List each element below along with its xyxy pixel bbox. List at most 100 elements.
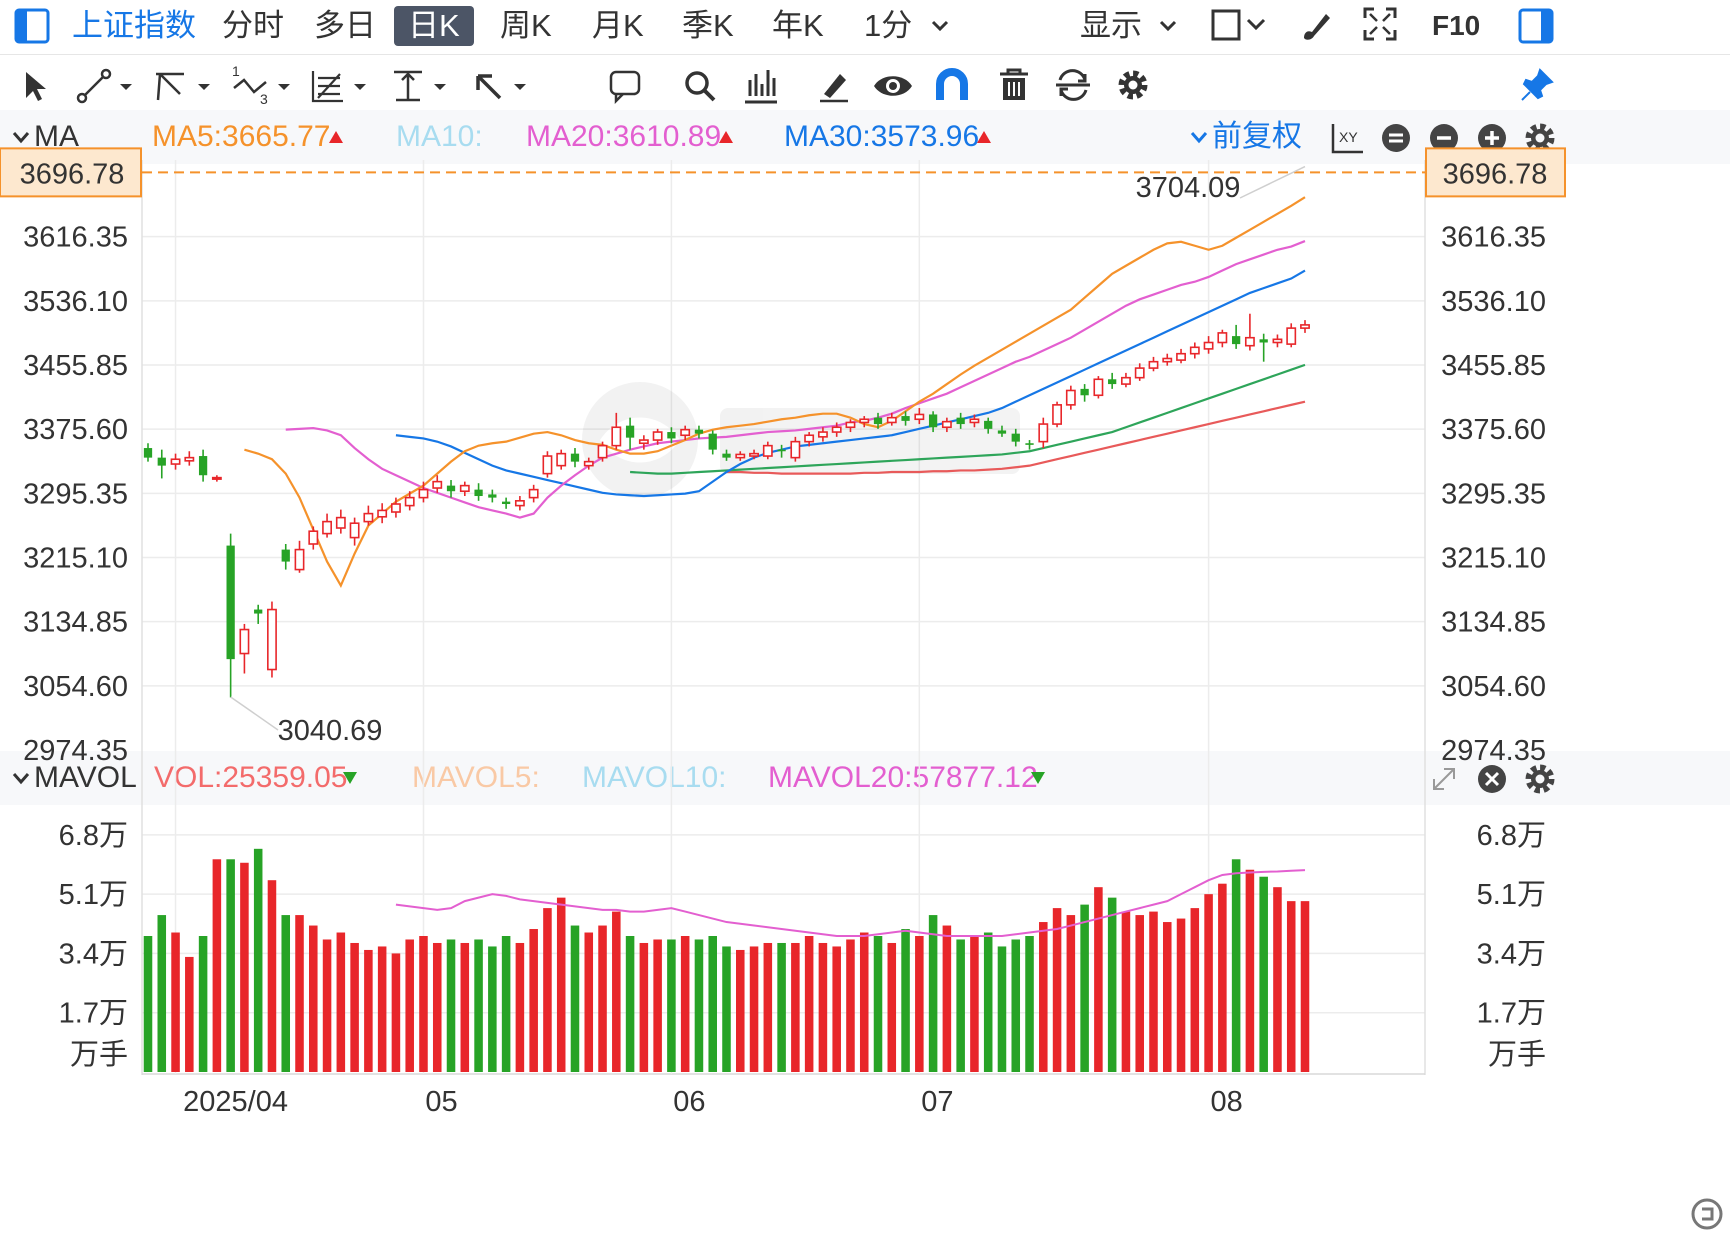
period-tab-multi-day[interactable]: 多日 — [314, 6, 376, 46]
wave-tool-icon[interactable]: 13 — [230, 62, 294, 106]
volume-bar — [791, 942, 800, 1072]
candle-body — [226, 545, 235, 660]
volume-bar — [1094, 887, 1103, 1072]
candle-body — [1176, 352, 1186, 361]
level-tool-icon[interactable] — [390, 68, 450, 104]
arrow-tool-icon[interactable] — [470, 68, 530, 104]
compare-icon[interactable] — [742, 66, 780, 106]
line-tool-icon[interactable] — [76, 68, 136, 104]
candle — [363, 505, 374, 526]
candle — [254, 604, 263, 624]
candle-body — [969, 418, 980, 424]
candle-body — [514, 500, 525, 507]
eye-icon[interactable] — [872, 70, 914, 102]
top-bar: 上证指数 分时 多日 日K 周K 月K 季K 年K 1分 显示 F10 — [0, 0, 1730, 55]
collapse-chevron-icon[interactable] — [12, 771, 30, 787]
chart-style-icon[interactable] — [1210, 8, 1274, 44]
period-tab-yearly-k[interactable]: 年K — [772, 6, 824, 46]
cursor-icon[interactable] — [18, 68, 54, 104]
vol-settings-icon[interactable] — [1522, 761, 1558, 797]
volume-bar — [240, 862, 249, 1072]
volume-bar — [570, 925, 580, 1072]
magnet-icon[interactable] — [934, 68, 970, 104]
candle-body — [638, 439, 649, 445]
polyline-tool-icon[interactable] — [152, 68, 214, 104]
period-tab-weekly-k[interactable]: 周K — [500, 6, 552, 46]
volume-tick-label-right: 6.8万 — [1477, 820, 1546, 852]
adjust-mode[interactable]: 前复权 — [1212, 110, 1302, 164]
volume-bar — [405, 939, 414, 1072]
volume-bar — [722, 946, 731, 1072]
period-tab-monthly-k[interactable]: 月K — [592, 6, 644, 46]
candle — [790, 436, 801, 462]
candle-body — [694, 429, 704, 434]
collapse-chevron-icon[interactable] — [12, 130, 30, 146]
candle — [349, 517, 360, 546]
up-triangle-icon — [719, 131, 733, 143]
sync-icon[interactable] — [1054, 66, 1092, 104]
candle-body — [239, 628, 250, 655]
index-name[interactable]: 上证指数 — [72, 6, 196, 46]
trash-icon[interactable] — [996, 66, 1032, 104]
right-panel-icon[interactable] — [1518, 8, 1554, 44]
plus-circle-icon[interactable] — [1476, 122, 1508, 154]
candle-body — [488, 494, 497, 498]
pen-icon[interactable] — [816, 68, 852, 104]
sidebar-toggle-icon[interactable] — [14, 8, 50, 44]
display-chevron-icon[interactable] — [1158, 16, 1178, 36]
candle-body — [956, 417, 965, 425]
volume-bar — [419, 936, 428, 1072]
expand-icon[interactable] — [1430, 765, 1458, 793]
f10-button[interactable]: F10 — [1432, 6, 1480, 46]
ma10-value: MA10: — [396, 120, 483, 153]
svg-text:1: 1 — [232, 63, 240, 79]
candle-body — [1093, 378, 1104, 397]
volume-bar — [1190, 908, 1200, 1072]
ma30-value: MA30:3573.96 — [784, 120, 980, 153]
brush-icon[interactable] — [1298, 8, 1334, 44]
price-tick-label-left: 3616.35 — [23, 222, 128, 254]
search-icon[interactable] — [682, 68, 718, 104]
ma-settings-icon[interactable] — [1522, 120, 1558, 156]
candle — [652, 428, 663, 445]
candle-body — [377, 509, 388, 518]
volume-bar — [680, 936, 690, 1072]
fullscreen-icon[interactable] — [1362, 6, 1398, 42]
price-tick-label-left: 3295.35 — [23, 478, 128, 510]
candle-body — [254, 609, 263, 614]
candle-body — [1231, 336, 1241, 345]
period-tab-1min[interactable]: 1分 — [864, 6, 912, 46]
chevron-down-icon[interactable] — [930, 16, 950, 36]
period-tab-daily-k[interactable]: 日K — [394, 6, 474, 46]
candle — [184, 451, 195, 466]
volume-bar — [364, 949, 373, 1072]
kline-chart[interactable]: 3696.78 3696.783704.093040.69 3616.35 3616… — [0, 0, 1730, 1235]
candle — [446, 480, 456, 498]
pin-icon[interactable] — [1518, 66, 1556, 104]
volume-bars — [143, 848, 1310, 1072]
ma-info-bar: MA MA5:3665.77 MA10: MA20:3610.89 MA30:3… — [0, 110, 1730, 164]
ma-label[interactable]: MA — [34, 110, 79, 164]
candle-body — [335, 516, 346, 529]
candle-body — [184, 456, 195, 462]
period-tab-fenshi[interactable]: 分时 — [222, 6, 284, 46]
period-tab-quarterly-k[interactable]: 季K — [682, 6, 734, 46]
brand-logo-icon — [1691, 1198, 1723, 1230]
volume-tick-label-right: 1.7万 — [1477, 998, 1546, 1030]
mavol-label[interactable]: MAVOL — [34, 751, 137, 805]
zoom-out-icon[interactable] — [1380, 122, 1412, 154]
comment-icon[interactable] — [608, 68, 644, 104]
candle-body — [170, 458, 181, 465]
adjust-chevron-icon[interactable] — [1190, 130, 1208, 146]
candle-body — [1217, 332, 1228, 344]
close-circle-icon[interactable] — [1476, 763, 1508, 795]
candle — [735, 451, 746, 461]
minus-circle-icon[interactable] — [1428, 122, 1460, 154]
candle — [1134, 363, 1145, 381]
xy-axis-icon[interactable]: XY — [1330, 122, 1364, 154]
fib-tool-icon[interactable] — [310, 68, 370, 104]
candle — [817, 427, 828, 442]
display-menu[interactable]: 显示 — [1080, 6, 1142, 46]
up-triangle-icon — [977, 131, 991, 143]
gear-icon[interactable] — [1114, 66, 1152, 104]
